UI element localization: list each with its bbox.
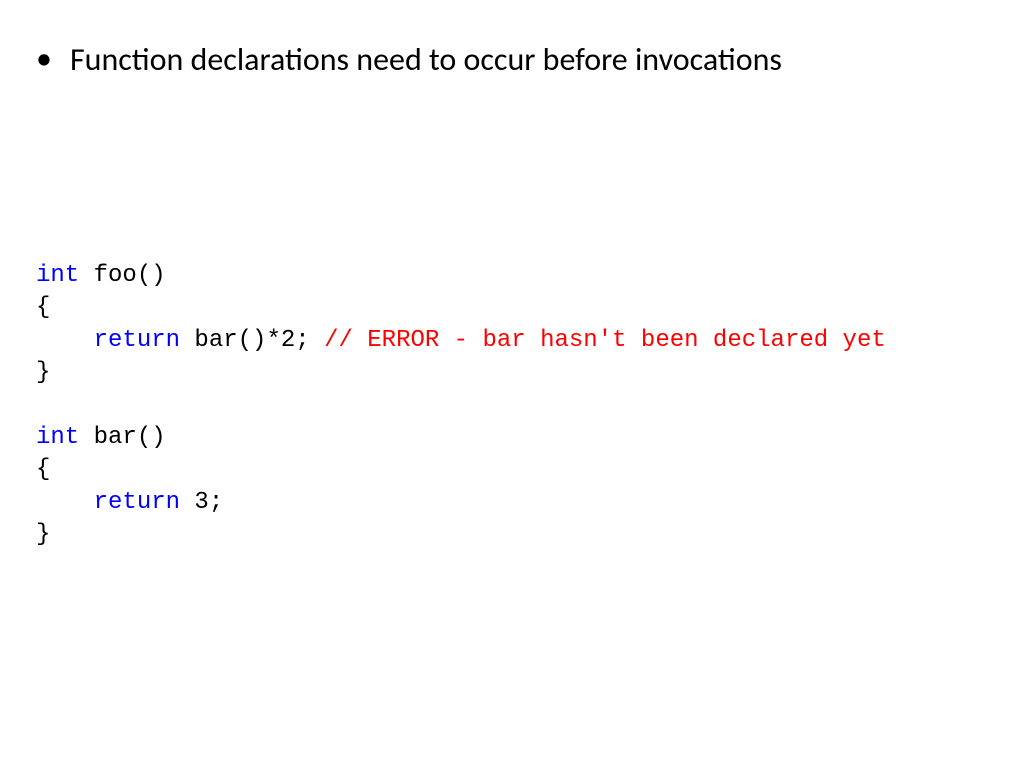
bar-signature: bar() <box>79 424 165 451</box>
bullet-text: Function declarations need to occur befo… <box>70 40 782 80</box>
brace-open: { <box>36 456 50 483</box>
indent <box>36 489 94 516</box>
bullet-marker: • <box>36 40 52 78</box>
bar-return-expr: 3; <box>180 489 223 516</box>
error-comment: // ERROR - bar hasn't been declared yet <box>324 327 886 354</box>
code-block: int foo() { return bar()*2; // ERROR - b… <box>36 260 994 552</box>
bullet-item: • Function declarations need to occur be… <box>30 40 994 80</box>
keyword-return: return <box>94 489 180 516</box>
foo-return-expr: bar()*2; <box>180 327 324 354</box>
keyword-int: int <box>36 424 79 451</box>
brace-close: } <box>36 521 50 548</box>
brace-open: { <box>36 294 50 321</box>
brace-close: } <box>36 359 50 386</box>
foo-signature: foo() <box>79 262 165 289</box>
keyword-return: return <box>94 327 180 354</box>
keyword-int: int <box>36 262 79 289</box>
indent <box>36 327 94 354</box>
